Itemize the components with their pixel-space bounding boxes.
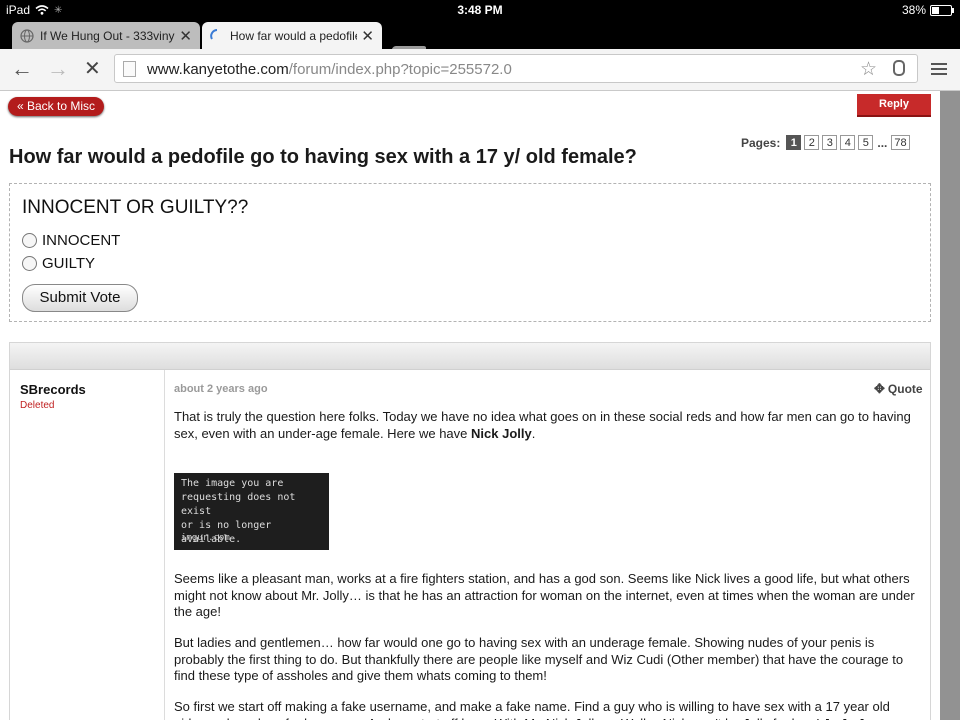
bookmark-star-icon[interactable]: ☆ (860, 58, 877, 81)
globe-icon (20, 28, 34, 43)
browser-toolbar: ← → ✕ www.kanyetothe.com/forum/index.php… (0, 49, 960, 91)
url-path: /forum/index.php?topic=255572.0 (288, 61, 512, 78)
status-right: 38% (901, 3, 954, 17)
status-time: 3:48 PM (457, 3, 503, 17)
page-link[interactable]: 2 (804, 135, 820, 150)
tab-if-we-hung-out[interactable]: If We Hung Out - 333vinyl ✕ (12, 22, 200, 49)
radio-button[interactable] (22, 233, 37, 248)
url-text: www.kanyetothe.com/forum/index.php?topic… (147, 61, 512, 78)
poll-option-guilty[interactable]: GUILTY (22, 255, 95, 272)
post-paragraph-2: Seems like a pleasant man, works at a fi… (174, 571, 915, 619)
poll-option-label: INNOCENT (42, 232, 121, 249)
back-arrow-icon[interactable]: ← (11, 58, 33, 80)
post-author[interactable]: SBrecords (20, 382, 86, 397)
forward-arrow-icon[interactable]: → (47, 58, 69, 80)
post-author-panel: SBrecords Deleted (10, 370, 165, 720)
page-link-last[interactable]: 78 (891, 135, 910, 150)
image-source: imgur.com (181, 533, 230, 543)
submit-vote-button[interactable]: Submit Vote (22, 284, 138, 312)
page-link[interactable]: 5 (858, 135, 874, 150)
stop-loading-icon[interactable]: ✕ (84, 58, 101, 80)
poll-option-innocent[interactable]: INNOCENT (22, 232, 120, 249)
radio-button[interactable] (22, 256, 37, 271)
paragraph-text: That is truly the question here folks. T… (174, 409, 911, 441)
battery-percent: 38% (901, 3, 926, 17)
page-icon (123, 61, 136, 77)
quote-icon: ✥ (874, 381, 885, 396)
status-bar: iPad ✳ 3:48 PM 38% (0, 0, 960, 20)
back-to-misc-button[interactable]: « Back to Misc (8, 97, 105, 116)
highlighted-name: Nick Jolly (471, 425, 532, 441)
missing-image-placeholder: The image you are requesting does not ex… (174, 473, 329, 550)
poll-option-label: GUILTY (42, 255, 96, 272)
battery-icon (930, 4, 954, 16)
pages-label: Pages: (741, 135, 781, 150)
post-paragraph-1: That is truly the question here folks. T… (174, 409, 922, 442)
paragraph-end: . (531, 425, 536, 441)
pages-ellipsis: ... (877, 135, 888, 150)
tab-current-thread[interactable]: How far would a pedofile g ✕ (202, 22, 382, 49)
quote-label: Quote (887, 382, 923, 396)
thread-title: How far would a pedofile go to having se… (9, 146, 637, 168)
post-header-bar (10, 343, 930, 370)
web-page: « Back to Misc Reply Pages: 1 2 3 4 5 ..… (0, 91, 940, 720)
page-scrollbar[interactable] (940, 91, 960, 720)
close-tab-icon[interactable]: ✕ (361, 27, 374, 45)
page-link-current[interactable]: 1 (786, 135, 802, 150)
post-paragraph-3: But ladies and gentlemen… how far would … (174, 635, 904, 683)
loading-spinner-icon (210, 28, 218, 39)
poll-box: INNOCENT OR GUILTY?? INNOCENT GUILTY Sub… (9, 183, 931, 322)
image-message-line: requesting does not exist (181, 492, 296, 517)
post-paragraph-4: So first we start off making a fake user… (174, 699, 890, 720)
post-date: about 2 years ago (174, 383, 268, 395)
reply-button[interactable]: Reply (857, 94, 931, 117)
author-role: Deleted (20, 400, 55, 411)
url-host: www.kanyetothe.com (147, 61, 289, 78)
forum-post: SBrecords Deleted about 2 years ago ✥ Qu… (9, 342, 931, 720)
poll-question: INNOCENT OR GUILTY?? (22, 197, 249, 218)
image-message-line: The image you are (181, 478, 284, 489)
quote-button[interactable]: ✥ Quote (874, 381, 923, 397)
tab-title: How far would a pedofile g (230, 28, 358, 43)
page-link[interactable]: 4 (840, 135, 856, 150)
pagination: Pages: 1 2 3 4 5 ... 78 (741, 135, 913, 150)
tab-strip: If We Hung Out - 333vinyl ✕ How far woul… (0, 20, 960, 64)
close-tab-icon[interactable]: ✕ (179, 27, 192, 45)
address-bar[interactable]: www.kanyetothe.com/forum/index.php?topic… (114, 54, 918, 83)
menu-icon[interactable] (931, 63, 947, 78)
microphone-icon[interactable] (893, 60, 905, 76)
page-link[interactable]: 3 (822, 135, 838, 150)
tab-title: If We Hung Out - 333vinyl (40, 28, 176, 43)
